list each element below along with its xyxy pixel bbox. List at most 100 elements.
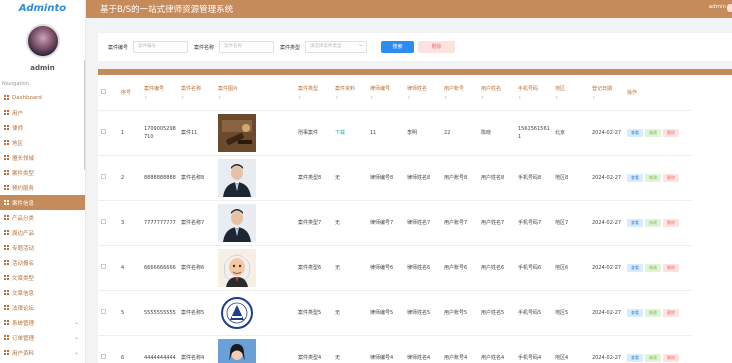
table-row[interactable]: 5 5555555555 案件名称5 案件类型5 无律师编号5 律师姓名5 用户账号5 用户姓… — [98, 290, 692, 336]
row-delete-button[interactable]: 删除 — [663, 128, 679, 137]
cell-material-value[interactable]: 下载 — [335, 130, 345, 136]
column-header[interactable]: 案件图片 ⇕ — [215, 75, 295, 111]
sort-icon[interactable]: ⇕ — [592, 95, 624, 100]
column-header[interactable]: 手机号码 ⇕ — [515, 75, 552, 111]
sort-icon[interactable]: ⇕ — [335, 95, 367, 100]
sort-icon[interactable]: ⇕ — [407, 95, 441, 100]
edit-button[interactable]: 修改 — [645, 263, 661, 272]
column-header[interactable]: 案件资料 ⇕ — [332, 75, 367, 111]
sidebar-item-13[interactable]: 文章信息 — [0, 285, 85, 300]
cell-lawyer_no: 律师编号5 — [367, 290, 404, 336]
cell-no: 4 — [118, 245, 141, 291]
row-delete-button[interactable]: 删除 — [663, 173, 679, 182]
sidebar-scrollbar[interactable] — [84, 60, 85, 170]
delete-button[interactable]: 删除 — [418, 41, 456, 53]
cell-type-value: 案件类型6 — [298, 264, 322, 271]
column-header[interactable]: 用户账号 ⇕ — [441, 75, 478, 111]
case-image[interactable] — [218, 158, 256, 197]
header-user[interactable]: admin — [709, 4, 726, 10]
edit-button[interactable]: 修改 — [645, 308, 661, 317]
sidebar-item-8[interactable]: 产品分类 — [0, 210, 85, 225]
sidebar-item-1[interactable]: 用户 — [0, 105, 85, 120]
edit-button[interactable]: 修改 — [645, 353, 661, 362]
view-button[interactable]: 查看 — [627, 353, 643, 362]
case-image[interactable] — [218, 338, 256, 363]
column-header[interactable]: 序号 — [118, 75, 141, 111]
sort-icon[interactable]: ⇕ — [298, 95, 332, 100]
sidebar-item-17[interactable]: 用户资料 ⌄ — [0, 345, 85, 360]
table-row[interactable]: 4 6666666666 案件名称6 案件类型6 无 律师编号6 律师姓名6 用户账号6 用户姓… — [98, 245, 692, 291]
cell-code-value: 6666666666 — [144, 264, 176, 271]
case-name-input[interactable]: 案件名称 — [219, 41, 275, 53]
view-button[interactable]: 查看 — [627, 128, 643, 137]
sort-icon[interactable]: ⇕ — [218, 95, 295, 100]
sidebar-item-15[interactable]: 系统管理 ⌄ — [0, 315, 85, 330]
case-image[interactable] — [218, 293, 256, 332]
search-button[interactable]: 搜索 — [381, 41, 415, 53]
user-avatar-icon[interactable] — [727, 4, 732, 12]
grid-icon — [4, 155, 9, 160]
column-header[interactable]: 律师编号 ⇕ — [367, 75, 404, 111]
row-checkbox[interactable] — [101, 308, 106, 314]
sidebar-item-0[interactable]: Dashboard — [0, 90, 85, 105]
sort-icon[interactable]: ⇕ — [555, 95, 589, 100]
view-button[interactable]: 查看 — [627, 173, 643, 182]
sidebar-item-2[interactable]: 律师 — [0, 120, 85, 135]
sort-icon[interactable]: ⇕ — [444, 95, 478, 100]
sort-icon[interactable]: ⇕ — [144, 95, 178, 100]
column-header[interactable]: 律师姓名 ⇕ — [404, 75, 441, 111]
sidebar-item-6[interactable]: 预约服务 — [0, 180, 85, 195]
avatar[interactable] — [25, 24, 60, 58]
sidebar-item-12[interactable]: 文章类型 — [0, 270, 85, 285]
column-header[interactable]: 用户姓名 ⇕ — [478, 75, 515, 111]
sidebar-item-9[interactable]: 周边产品 — [0, 225, 85, 240]
sort-icon[interactable]: ⇕ — [181, 95, 215, 100]
table-row[interactable]: 2 8888888888 案件名称8 案件类型8 无 律师编号8 律师姓名8 用户账号8 用户姓… — [98, 155, 692, 201]
view-button[interactable]: 查看 — [627, 263, 643, 272]
sidebar-item-11[interactable]: 活动报名 — [0, 255, 85, 270]
view-button[interactable]: 查看 — [627, 308, 643, 317]
sidebar-item-16[interactable]: 订单管理 ⌄ — [0, 330, 85, 345]
sort-icon[interactable]: ⇕ — [518, 95, 552, 100]
edit-button[interactable]: 修改 — [645, 218, 661, 227]
table-row[interactable]: 6 4444444444 案件名称4 案件类型4 无 律师编号4 律师姓名4 用户账号4 用户姓… — [98, 335, 692, 363]
edit-button[interactable]: 修改 — [645, 128, 661, 137]
table-row[interactable]: 3 7777777777 案件名称7 案件类型7 无 律师编号7 律师姓名7 用户账号7 用户姓… — [98, 200, 692, 246]
select-all-checkbox[interactable] — [101, 88, 106, 94]
cell-lawyer_no-value: 律师编号6 — [370, 264, 394, 271]
row-checkbox[interactable] — [101, 173, 106, 179]
row-delete-button[interactable]: 删除 — [663, 263, 679, 272]
sidebar-item-10[interactable]: 专题活动 — [0, 240, 85, 255]
column-header[interactable]: 地区 ⇕ — [552, 75, 589, 111]
brand-logo[interactable]: Adminto — [0, 0, 85, 18]
table-row[interactable]: 1 1709005298710 案件11 刑事案件 下载 11 李明 22 陈晓 15615615… — [98, 110, 692, 156]
column-header[interactable]: 登记日期 ⇕ — [589, 75, 624, 111]
sidebar-item-3[interactable]: 地区 — [0, 135, 85, 150]
row-checkbox[interactable] — [101, 353, 106, 359]
row-delete-button[interactable]: 删除 — [663, 308, 679, 317]
column-header[interactable] — [98, 75, 118, 111]
row-checkbox[interactable] — [101, 218, 106, 224]
case-type-select[interactable]: 请选择案件类型 — [305, 40, 368, 53]
edit-button[interactable]: 修改 — [645, 173, 661, 182]
column-header[interactable]: 案件编号 ⇕ — [141, 75, 178, 111]
row-delete-button[interactable]: 删除 — [663, 353, 679, 362]
column-header[interactable]: 操作 — [624, 75, 692, 111]
case-image[interactable] — [218, 113, 256, 152]
grid-icon — [4, 125, 9, 130]
sidebar-item-7[interactable]: 案件信息 — [0, 195, 85, 210]
row-checkbox[interactable] — [101, 263, 106, 269]
sort-icon[interactable]: ⇕ — [370, 95, 404, 100]
row-checkbox[interactable] — [101, 128, 106, 134]
case-image[interactable] — [218, 248, 256, 287]
sidebar-item-4[interactable]: 擅长领域 — [0, 150, 85, 165]
column-header[interactable]: 案件类型 ⇕ — [295, 75, 332, 111]
sort-icon[interactable]: ⇕ — [481, 95, 515, 100]
sidebar-item-5[interactable]: 案件类型 — [0, 165, 85, 180]
row-delete-button[interactable]: 删除 — [663, 218, 679, 227]
sidebar-item-14[interactable]: 法律论坛 — [0, 300, 85, 315]
case-no-input[interactable]: 案件编号 — [133, 41, 189, 53]
column-header[interactable]: 案件名称 ⇕ — [178, 75, 215, 111]
case-image[interactable] — [218, 203, 256, 242]
view-button[interactable]: 查看 — [627, 218, 643, 227]
